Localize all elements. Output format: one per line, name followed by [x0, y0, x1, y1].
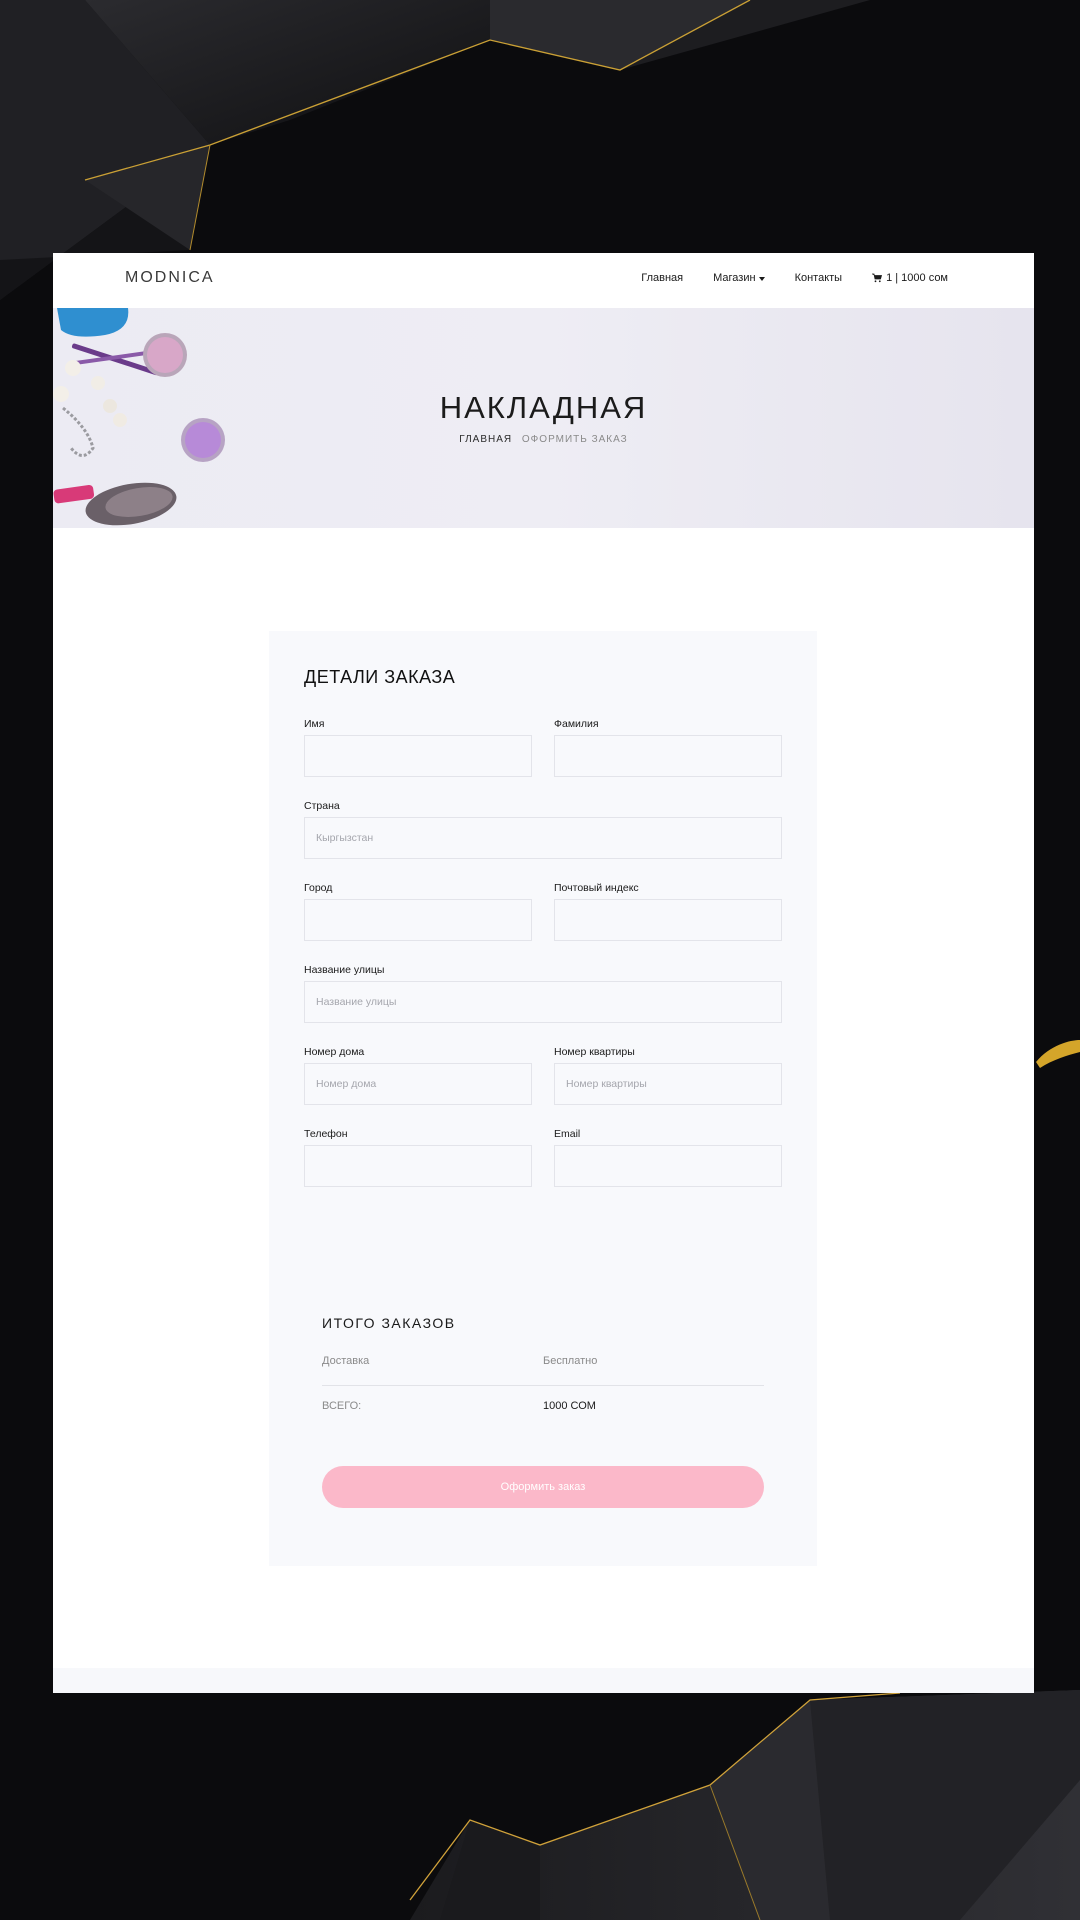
street-label: Название улицы: [304, 964, 385, 976]
delivery-label: Доставка: [322, 1355, 370, 1367]
cart-icon: [872, 273, 883, 283]
street-input[interactable]: [304, 981, 782, 1023]
checkout-panel: ДЕТАЛИ ЗАКАЗА Имя Фамилия Страна Город П…: [269, 631, 817, 1566]
page-title: НАКЛАДНАЯ: [439, 390, 648, 425]
nav-item-contacts[interactable]: Контакты: [795, 272, 843, 284]
city-label: Город: [304, 882, 333, 894]
site-logo[interactable]: MODNICA: [125, 269, 215, 287]
order-details-title: ДЕТАЛИ ЗАКАЗА: [304, 667, 456, 687]
last-name-input[interactable]: [554, 735, 782, 777]
breadcrumb: ГЛАВНАЯ ОФОРМИТЬ ЗАКАЗ: [53, 434, 1034, 445]
postal-code-label: Почтовый индекс: [554, 882, 639, 894]
nav-item-shop[interactable]: Магазин: [713, 272, 765, 284]
site-header: MODNICA Главная Магазин Контакты 1 | 100…: [53, 253, 1034, 308]
postal-code-input[interactable]: [554, 899, 782, 941]
main-nav: Главная Магазин Контакты 1 | 1000 сом: [641, 272, 948, 284]
nav-item-shop-label: Магазин: [713, 272, 756, 284]
house-number-input[interactable]: [304, 1063, 532, 1105]
nav-item-home[interactable]: Главная: [641, 272, 683, 284]
apartment-number-input[interactable]: [554, 1063, 782, 1105]
totals-divider: [322, 1385, 764, 1386]
email-input[interactable]: [554, 1145, 782, 1187]
order-totals-title: ИТОГО ЗАКАЗОВ: [322, 1315, 456, 1331]
city-input[interactable]: [304, 899, 532, 941]
phone-input[interactable]: [304, 1145, 532, 1187]
house-number-label: Номер дома: [304, 1046, 365, 1058]
chevron-down-icon: [758, 276, 765, 281]
site-page: MODNICA Главная Магазин Контакты 1 | 100…: [53, 253, 1034, 1693]
page-hero: НАКЛАДНАЯ ГЛАВНАЯ ОФОРМИТЬ ЗАКАЗ: [53, 308, 1034, 528]
total-label: ВСЕГО:: [322, 1400, 362, 1412]
phone-label: Телефон: [304, 1128, 348, 1140]
delivery-value: Бесплатно: [543, 1355, 598, 1367]
total-value: 1000 СОМ: [543, 1400, 596, 1412]
cart-summary: 1 | 1000 сом: [886, 272, 948, 284]
page-footer-strip: [53, 1668, 1034, 1693]
cart-link[interactable]: 1 | 1000 сом: [872, 272, 948, 284]
first-name-input[interactable]: [304, 735, 532, 777]
country-label: Страна: [304, 800, 340, 812]
place-order-button[interactable]: Оформить заказ: [322, 1466, 764, 1508]
last-name-label: Фамилия: [554, 718, 599, 730]
first-name-label: Имя: [304, 718, 325, 730]
email-label: Email: [554, 1128, 581, 1140]
apartment-number-label: Номер квартиры: [554, 1046, 635, 1058]
breadcrumb-current: ОФОРМИТЬ ЗАКАЗ: [521, 434, 628, 445]
country-input[interactable]: [304, 817, 782, 859]
breadcrumb-home-link[interactable]: ГЛАВНАЯ: [459, 434, 512, 445]
